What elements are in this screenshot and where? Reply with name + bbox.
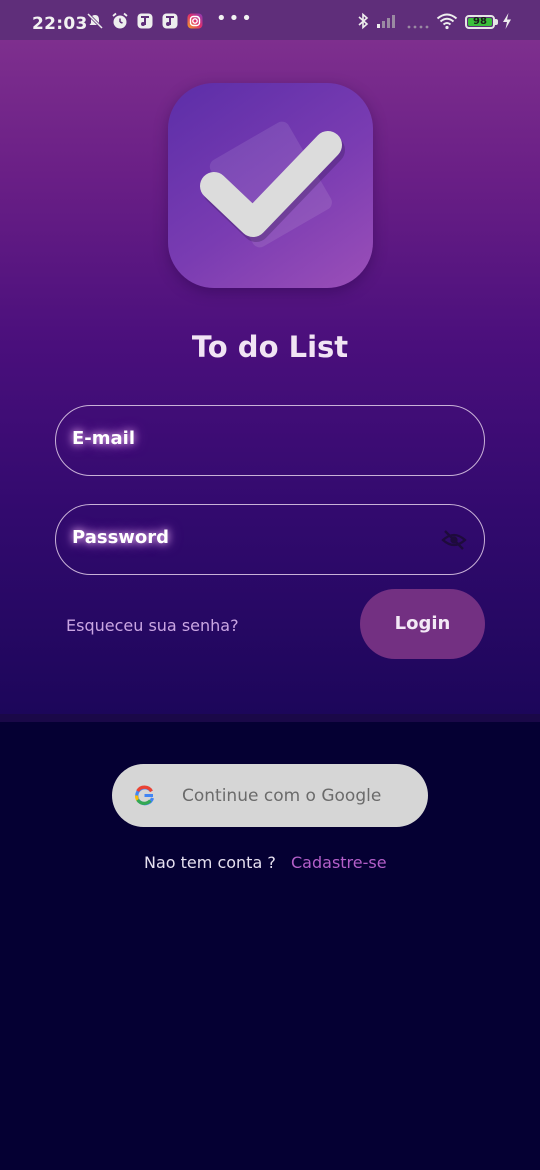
app-title: To do List (191, 330, 349, 364)
forgot-password-link[interactable]: Esqueceu sua senha? (66, 616, 239, 635)
battery-level: 98 (473, 16, 487, 27)
alarm-icon (112, 12, 128, 29)
status-time: 22:03 (32, 14, 88, 34)
hero-divider (0, 714, 540, 722)
instagram-icon (187, 13, 203, 29)
google-signin-label: Continue com o Google (182, 786, 382, 806)
signup-prompt: Nao tem conta ? (144, 853, 276, 872)
check-icon (200, 121, 345, 248)
bluetooth-icon (358, 12, 369, 30)
signal-icon (407, 25, 429, 29)
email-placeholder: E-mail (72, 428, 136, 449)
battery-cap (495, 19, 498, 25)
google-signin-button[interactable]: Continue com o Google (112, 764, 428, 827)
signup-link[interactable]: Cadastre-se (291, 853, 387, 872)
battery-icon: 98 (465, 15, 495, 29)
google-icon (134, 785, 155, 806)
more-notifications-indicator: ••• (216, 8, 254, 29)
password-field[interactable]: Password (55, 504, 485, 575)
charging-icon (503, 13, 511, 29)
notification-icon (137, 13, 153, 29)
login-button[interactable]: Login (360, 589, 485, 659)
notification-icon (162, 13, 178, 29)
email-field[interactable]: E-mail (55, 405, 485, 476)
app-logo (168, 83, 373, 288)
muted-icon (86, 12, 104, 30)
signal-icon (377, 15, 395, 28)
eye-off-icon[interactable] (441, 529, 467, 551)
status-bar: 22:03 ••• 98 (0, 0, 540, 40)
password-placeholder: Password (72, 527, 170, 548)
wifi-icon (436, 13, 458, 30)
